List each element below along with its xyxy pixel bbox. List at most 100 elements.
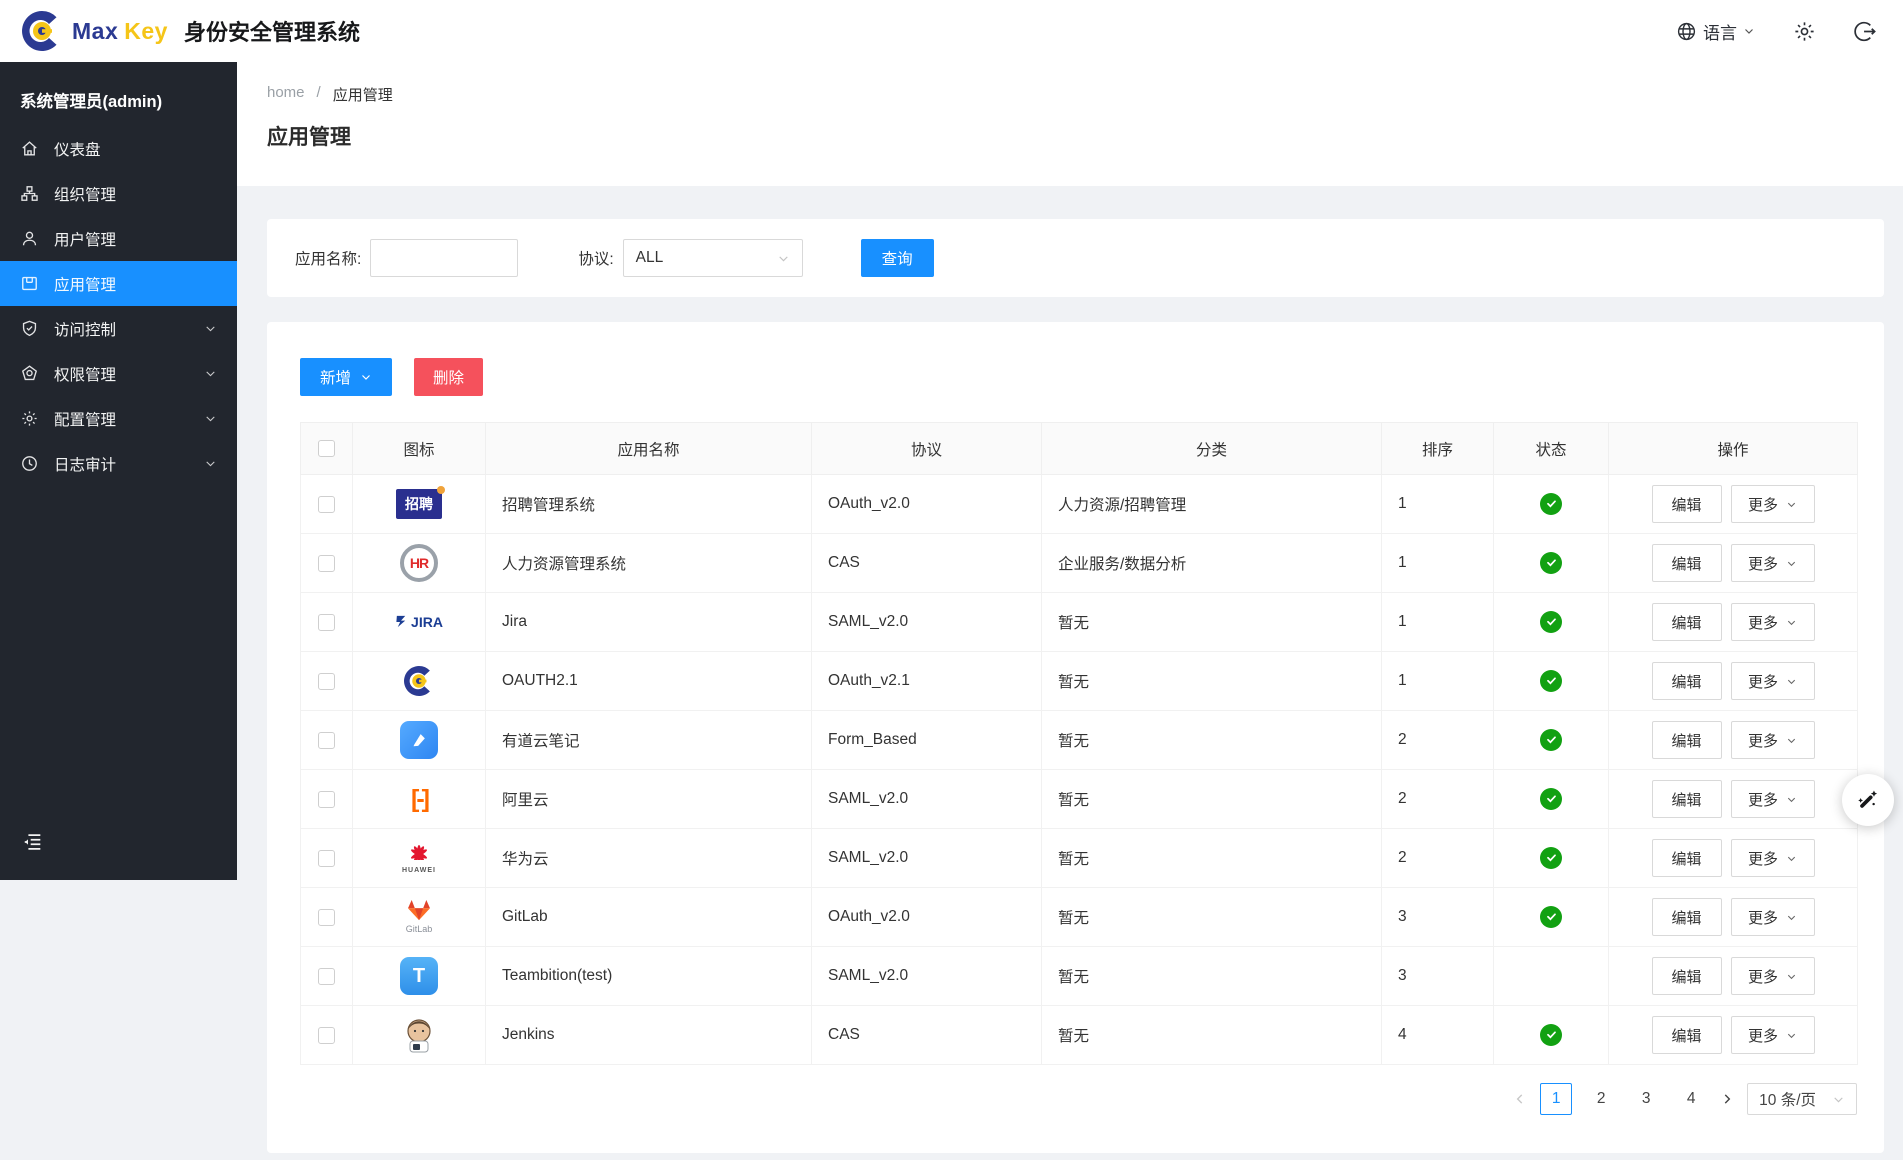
content: 应用名称: 协议: ALL 查询 新增 — [237, 186, 1903, 1153]
app-root: Max Key 身份安全管理系统 语言 — [0, 0, 1903, 1160]
sort-cell: 3 — [1382, 888, 1494, 947]
sidebar-item-3[interactable]: 应用管理 — [0, 261, 237, 306]
more-button[interactable]: 更多 — [1731, 603, 1815, 641]
maxkey-app-icon — [401, 663, 437, 699]
status-cell — [1494, 593, 1609, 652]
status-enabled-icon — [1540, 493, 1562, 515]
magic-wand-fab[interactable] — [1842, 774, 1894, 826]
sidebar-item-label: 权限管理 — [54, 363, 116, 385]
medal-icon — [20, 364, 39, 383]
more-button[interactable]: 更多 — [1731, 839, 1815, 877]
sidebar-item-label: 应用管理 — [54, 273, 116, 295]
edit-button[interactable]: 编辑 — [1652, 485, 1722, 523]
edit-button[interactable]: 编辑 — [1652, 662, 1722, 700]
settings-gear-icon[interactable] — [1793, 20, 1816, 43]
row-checkbox[interactable] — [318, 1027, 335, 1044]
select-all-header-cell — [301, 423, 353, 475]
breadcrumb-current: 应用管理 — [333, 84, 393, 105]
brand: Max Key 身份安全管理系统 — [18, 7, 360, 55]
row-checkbox[interactable] — [318, 791, 335, 808]
row-checkbox[interactable] — [318, 614, 335, 631]
category-cell: 暂无 — [1042, 1006, 1382, 1065]
table-row: JIRAJiraSAML_v2.0暂无1编辑更多 — [301, 593, 1858, 652]
protocol-select-value: ALL — [636, 249, 664, 267]
prev-page-icon[interactable] — [1513, 1092, 1527, 1106]
actions-cell: 编辑更多 — [1609, 829, 1858, 888]
edit-button[interactable]: 编辑 — [1652, 898, 1722, 936]
edit-button[interactable]: 编辑 — [1652, 957, 1722, 995]
page-size-select[interactable]: 10 条/页 — [1747, 1083, 1857, 1115]
table-header-row: 图标应用名称协议分类排序状态操作 — [301, 423, 1858, 475]
delete-button[interactable]: 删除 — [414, 358, 483, 396]
more-button[interactable]: 更多 — [1731, 898, 1815, 936]
app-name-cell: 华为云 — [486, 829, 812, 888]
app-icon-cell: GitLab — [353, 888, 486, 947]
category-cell: 暂无 — [1042, 711, 1382, 770]
column-header: 状态 — [1494, 423, 1609, 475]
more-button[interactable]: 更多 — [1731, 544, 1815, 582]
protocol-cell: CAS — [812, 1006, 1042, 1065]
sidebar-item-0[interactable]: 仪表盘 — [0, 126, 237, 171]
sidebar-item-1[interactable]: 组织管理 — [0, 171, 237, 216]
sidebar-item-4[interactable]: 访问控制 — [0, 306, 237, 351]
sidebar-item-label: 访问控制 — [54, 318, 116, 340]
sort-cell: 2 — [1382, 770, 1494, 829]
search-button[interactable]: 查询 — [861, 239, 934, 277]
edit-button[interactable]: 编辑 — [1652, 603, 1722, 641]
page-number-1[interactable]: 1 — [1540, 1083, 1572, 1115]
app-name-input[interactable] — [370, 239, 518, 277]
row-checkbox[interactable] — [318, 496, 335, 513]
language-menu[interactable]: 语言 — [1676, 19, 1755, 44]
sidebar-item-6[interactable]: 配置管理 — [0, 396, 237, 441]
table-row: 有道云笔记Form_Based暂无2编辑更多 — [301, 711, 1858, 770]
next-page-icon[interactable] — [1720, 1092, 1734, 1106]
applications-table: 图标应用名称协议分类排序状态操作 招聘招聘管理系统OAuth_v2.0人力资源/… — [300, 422, 1858, 1065]
maxkey-logo-icon — [18, 7, 66, 55]
add-button[interactable]: 新增 — [300, 358, 392, 396]
row-checkbox[interactable] — [318, 850, 335, 867]
row-checkbox[interactable] — [318, 555, 335, 572]
row-checkbox[interactable] — [318, 909, 335, 926]
more-button[interactable]: 更多 — [1731, 662, 1815, 700]
actions-cell: 编辑更多 — [1609, 1006, 1858, 1065]
category-cell: 暂无 — [1042, 770, 1382, 829]
brand-key: Key — [124, 18, 168, 45]
more-button[interactable]: 更多 — [1731, 957, 1815, 995]
edit-button[interactable]: 编辑 — [1652, 1016, 1722, 1054]
app-icon-cell — [353, 711, 486, 770]
status-cell — [1494, 1006, 1609, 1065]
select-all-checkbox[interactable] — [318, 440, 335, 457]
protocol-select[interactable]: ALL — [623, 239, 803, 277]
row-select-cell — [301, 652, 353, 711]
sort-cell: 3 — [1382, 947, 1494, 1006]
row-checkbox[interactable] — [318, 732, 335, 749]
status-cell — [1494, 711, 1609, 770]
sidebar-item-2[interactable]: 用户管理 — [0, 216, 237, 261]
row-checkbox[interactable] — [318, 673, 335, 690]
sidebar-item-5[interactable]: 权限管理 — [0, 351, 237, 396]
page-number-4[interactable]: 4 — [1675, 1083, 1707, 1115]
more-button[interactable]: 更多 — [1731, 780, 1815, 818]
row-checkbox[interactable] — [318, 968, 335, 985]
row-select-cell — [301, 947, 353, 1006]
collapse-sidebar-icon[interactable] — [22, 831, 44, 858]
more-button[interactable]: 更多 — [1731, 1016, 1815, 1054]
logout-icon[interactable] — [1854, 20, 1877, 43]
status-enabled-icon — [1540, 670, 1562, 692]
breadcrumb-home[interactable]: home — [267, 84, 305, 105]
more-button[interactable]: 更多 — [1731, 485, 1815, 523]
more-button[interactable]: 更多 — [1731, 721, 1815, 759]
sidebar-item-7[interactable]: 日志审计 — [0, 441, 237, 486]
page-number-3[interactable]: 3 — [1630, 1083, 1662, 1115]
sort-cell: 4 — [1382, 1006, 1494, 1065]
sort-cell: 2 — [1382, 829, 1494, 888]
row-select-cell — [301, 1006, 353, 1065]
page-number-2[interactable]: 2 — [1585, 1083, 1617, 1115]
edit-button[interactable]: 编辑 — [1652, 721, 1722, 759]
column-header: 分类 — [1042, 423, 1382, 475]
edit-button[interactable]: 编辑 — [1652, 839, 1722, 877]
edit-button[interactable]: 编辑 — [1652, 780, 1722, 818]
actions-cell: 编辑更多 — [1609, 652, 1858, 711]
edit-button[interactable]: 编辑 — [1652, 544, 1722, 582]
sidebar: 系统管理员(admin) 仪表盘组织管理用户管理应用管理访问控制权限管理配置管理… — [0, 62, 237, 880]
